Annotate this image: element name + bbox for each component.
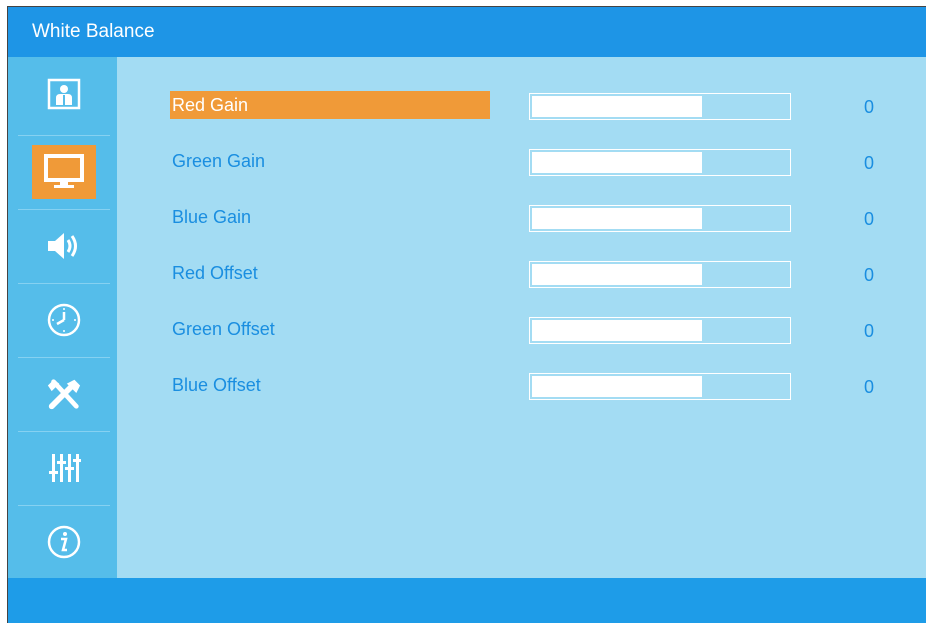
speaker-icon [46,228,82,264]
sidebar-item-time[interactable] [18,283,110,357]
setting-label: Green Offset [172,319,275,339]
setting-value: 0 [864,377,875,397]
setting-value: 0 [864,153,875,173]
level-slider[interactable] [529,93,791,120]
setting-row-green-gain[interactable]: Green Gain 0 [117,147,926,177]
sidebar-item-picture[interactable] [18,57,110,131]
slider-fill [532,152,702,173]
sidebar [8,57,117,578]
picture-icon [46,76,82,112]
monitor-icon [32,145,96,199]
sidebar-item-audio[interactable] [18,209,110,283]
slider-fill [532,264,702,285]
setting-label: Red Gain [170,91,490,119]
setting-value: 0 [864,209,875,229]
level-slider[interactable] [529,373,791,400]
setting-label: Green Gain [172,151,266,171]
status-bar [8,578,926,623]
tools-icon [46,376,82,412]
sidebar-item-information[interactable] [18,505,110,579]
setting-row-red-offset[interactable]: Red Offset 0 [117,259,926,289]
osd-window: White Balance Red Gain 0 Green Gain 0 Bl… [7,6,926,623]
level-slider[interactable] [529,317,791,344]
sidebar-item-adjust[interactable] [18,431,110,505]
slider-fill [532,376,702,397]
clock-icon [46,302,82,338]
equalizer-icon [46,450,82,486]
setting-value: 0 [864,97,875,117]
setting-row-red-gain[interactable]: Red Gain 0 [117,91,926,121]
page-title: White Balance [32,21,155,42]
setting-row-blue-offset[interactable]: Blue Offset 0 [117,371,926,401]
setting-label: Blue Offset [172,375,261,395]
sidebar-item-setup[interactable] [18,357,110,431]
setting-row-blue-gain[interactable]: Blue Gain 0 [117,203,926,233]
slider-fill [532,96,702,117]
level-slider[interactable] [529,205,791,232]
level-slider[interactable] [529,149,791,176]
setting-value: 0 [864,321,875,341]
settings-panel: Red Gain 0 Green Gain 0 Blue Gain 0 Red … [117,57,926,578]
info-icon [46,524,82,560]
setting-label: Red Offset [172,263,258,283]
setting-value: 0 [864,265,875,285]
title-bar: White Balance [8,7,926,57]
slider-fill [532,320,702,341]
level-slider[interactable] [529,261,791,288]
sidebar-item-display[interactable] [18,135,110,209]
setting-label: Blue Gain [172,207,252,227]
slider-fill [532,208,702,229]
setting-row-green-offset[interactable]: Green Offset 0 [117,315,926,345]
